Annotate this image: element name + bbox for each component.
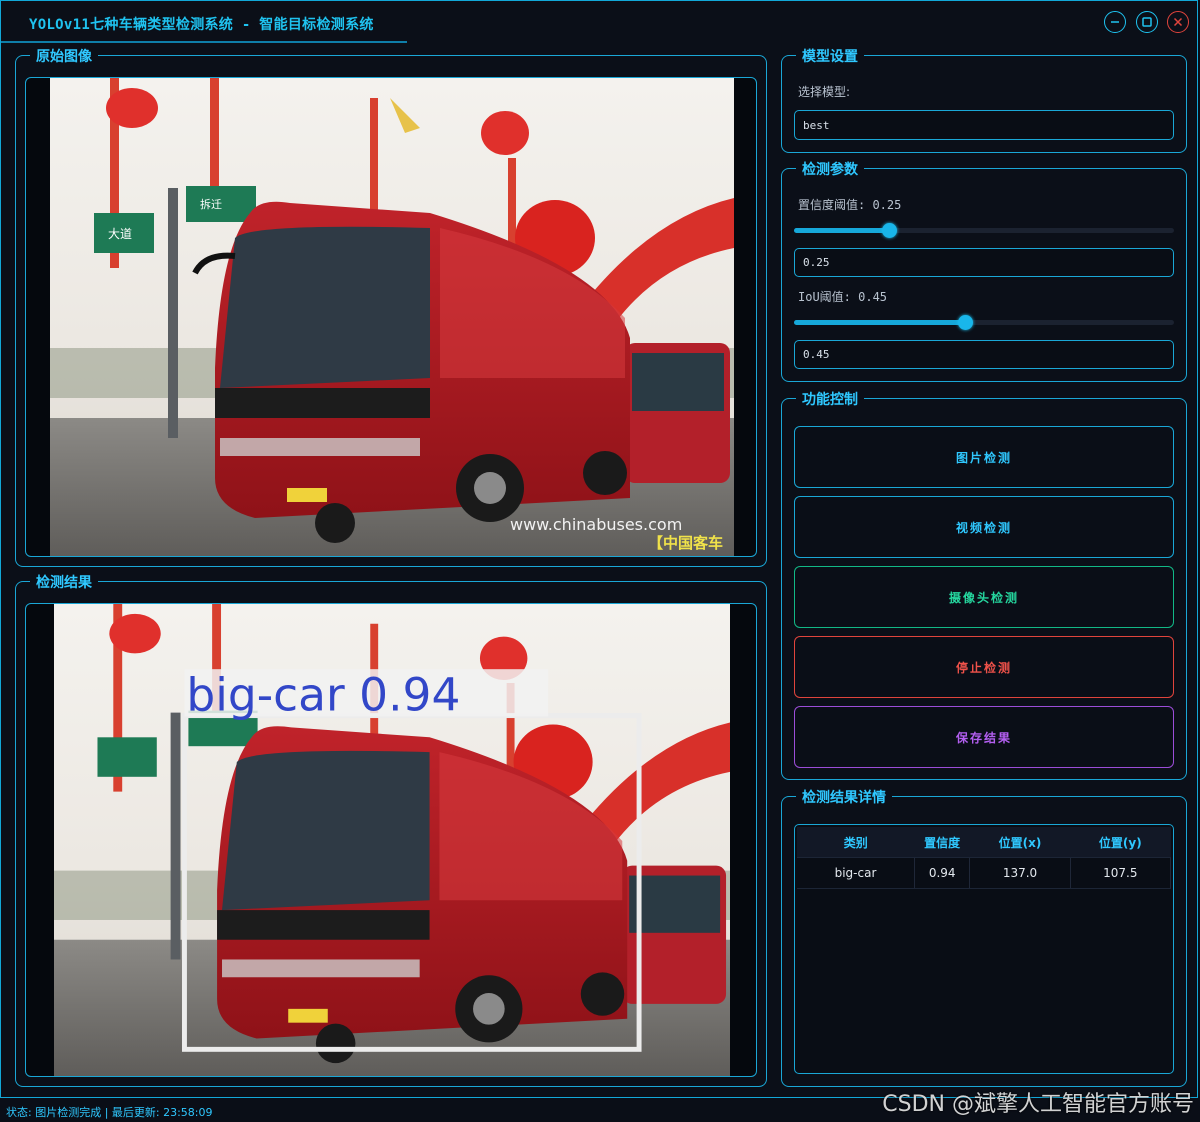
iou-input[interactable]: 0.45: [794, 340, 1174, 369]
function-control-title: 功能控制: [796, 389, 864, 409]
stop-detect-button[interactable]: 停止检测: [794, 636, 1174, 698]
conf-input-value: 0.25: [803, 256, 830, 269]
minimize-icon: [1111, 21, 1119, 23]
maximize-button[interactable]: [1136, 11, 1158, 33]
model-select[interactable]: best: [794, 110, 1174, 140]
maximize-icon: [1142, 17, 1152, 27]
result-details-title: 检测结果详情: [796, 787, 892, 807]
image-watermark: www.chinabuses.com: [510, 515, 682, 534]
cell-pos-y: 107.5: [1070, 857, 1172, 889]
col-header-pos-y[interactable]: 位置(y): [1070, 827, 1171, 858]
image-detect-button[interactable]: 图片检测: [794, 426, 1174, 488]
original-image: 大道 拆迁 www.chinabuses.com 【中国客车: [50, 78, 734, 556]
result-table: 类别 置信度 位置(x) 位置(y) big-car 0.94 137.0 10…: [797, 827, 1172, 889]
detect-params-title: 检测参数: [796, 159, 864, 179]
conf-slider-fill: [794, 228, 889, 233]
detection-result-title: 检测结果: [30, 572, 98, 592]
cell-pos-x: 137.0: [969, 857, 1071, 889]
title-underline: [1, 41, 407, 43]
close-button[interactable]: [1167, 11, 1189, 33]
select-model-label: 选择模型:: [798, 85, 851, 99]
conf-slider-handle[interactable]: [882, 223, 897, 238]
iou-input-value: 0.45: [803, 348, 830, 361]
col-header-pos-x[interactable]: 位置(x): [969, 827, 1071, 858]
cell-class: big-car: [797, 857, 916, 889]
cell-confidence: 0.94: [914, 857, 971, 889]
title-bar: YOLOv11七种车辆类型检测系统 - 智能目标检测系统: [1, 1, 1199, 43]
csdn-watermark: CSDN @斌擎人工智能官方账号: [882, 1092, 1194, 1117]
conf-slider[interactable]: [794, 223, 1174, 238]
sign-left-text: 大道: [108, 227, 132, 241]
camera-detect-button[interactable]: 摄像头检测: [794, 566, 1174, 628]
model-select-value: best: [803, 118, 830, 132]
table-row[interactable]: big-car 0.94 137.0 107.5: [797, 857, 1172, 889]
iou-slider-fill: [794, 320, 965, 325]
original-image-frame: 大道 拆迁 www.chinabuses.com 【中国客车: [25, 77, 757, 557]
image-cn-tag: 【中国客车: [648, 534, 723, 552]
close-icon: [1173, 17, 1183, 27]
detection-label: big-car 0.94: [186, 669, 460, 722]
table-header-row: 类别 置信度 位置(x) 位置(y): [797, 827, 1171, 858]
app-window: YOLOv11七种车辆类型检测系统 - 智能目标检测系统 原始图像 大道 拆迁 …: [0, 0, 1198, 1098]
status-bar: 状态: 图片检测完成 | 最后更新: 23:58:09: [6, 1106, 213, 1119]
model-settings-title: 模型设置: [796, 46, 864, 66]
conf-threshold-label: 置信度阈值: 0.25: [798, 198, 902, 212]
col-header-class[interactable]: 类别: [797, 827, 915, 858]
sign-right-text: 拆迁: [200, 197, 222, 211]
result-image-frame: big-car 0.94: [25, 603, 757, 1077]
minimize-button[interactable]: [1104, 11, 1126, 33]
original-image-title: 原始图像: [30, 46, 98, 66]
save-result-button[interactable]: 保存结果: [794, 706, 1174, 768]
iou-threshold-label: IoU阈值: 0.45: [798, 290, 888, 304]
result-image: big-car 0.94: [54, 604, 730, 1076]
iou-slider-handle[interactable]: [958, 315, 973, 330]
window-title: YOLOv11七种车辆类型检测系统 - 智能目标检测系统: [29, 17, 374, 33]
iou-slider[interactable]: [794, 315, 1174, 330]
col-header-confidence[interactable]: 置信度: [914, 827, 970, 858]
video-detect-button[interactable]: 视频检测: [794, 496, 1174, 558]
conf-input[interactable]: 0.25: [794, 248, 1174, 277]
